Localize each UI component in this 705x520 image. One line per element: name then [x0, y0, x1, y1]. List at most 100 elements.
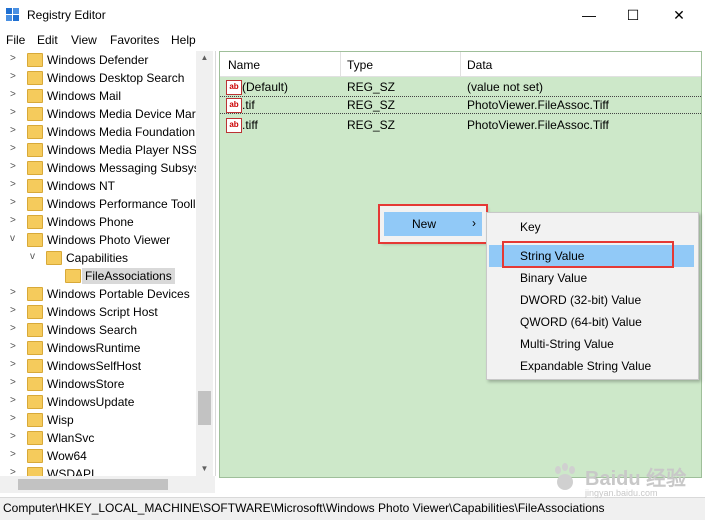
expand-arrow-icon[interactable]: > — [10, 53, 20, 64]
tree-item[interactable]: > WindowsSelfHost — [0, 357, 196, 375]
expand-arrow-icon[interactable]: > — [10, 143, 20, 154]
menu-favorites[interactable]: Favorites — [110, 33, 159, 47]
collapse-arrow-icon[interactable]: v — [10, 233, 20, 244]
folder-icon — [27, 161, 43, 175]
expand-arrow-icon[interactable]: > — [10, 431, 20, 442]
menu-bar: File Edit View Favorites Help — [0, 30, 705, 50]
value-type: REG_SZ — [347, 80, 396, 94]
menu-item-label: Expandable String Value — [520, 359, 652, 373]
value-type: REG_SZ — [347, 98, 396, 112]
value-row-focused[interactable]: ab .tif REG_SZ PhotoViewer.FileAssoc.Tif… — [220, 96, 701, 114]
expand-arrow-icon[interactable]: > — [10, 89, 20, 100]
menu-view[interactable]: View — [71, 33, 97, 47]
tree-item[interactable]: > WlanSvc — [0, 429, 196, 447]
tree-item[interactable]: > Wow64 — [0, 447, 196, 465]
tree-item[interactable]: > Wisp — [0, 411, 196, 429]
scroll-up-icon[interactable]: ▲ — [196, 51, 213, 65]
menu-item-qword-value[interactable]: QWORD (64-bit) Value — [489, 311, 694, 333]
tree-item-selected[interactable]: FileAssociations — [0, 267, 196, 285]
tree-item[interactable]: > Windows Media Device Mar — [0, 105, 196, 123]
tree-item[interactable]: > Windows Search — [0, 321, 196, 339]
folder-icon — [27, 215, 43, 229]
expand-arrow-icon[interactable]: > — [10, 395, 20, 406]
title-bar[interactable]: Registry Editor — ☐ ✕ — [0, 0, 705, 30]
tree-item-label: Windows Media Foundation — [47, 125, 196, 139]
expand-arrow-icon[interactable]: > — [10, 125, 20, 136]
value-row[interactable]: ab (Default) REG_SZ (value not set) — [220, 78, 701, 96]
tree-item-label: WindowsSelfHost — [47, 359, 142, 373]
column-header-data[interactable]: Data — [467, 58, 492, 72]
expand-arrow-icon[interactable]: > — [10, 305, 20, 316]
menu-item-multi-string-value[interactable]: Multi-String Value — [489, 333, 694, 355]
column-header-type[interactable]: Type — [347, 58, 373, 72]
tree-vertical-scrollbar[interactable]: ▲ ▼ — [196, 51, 213, 476]
value-data: (value not set) — [467, 80, 544, 94]
menu-help[interactable]: Help — [171, 33, 196, 47]
tree-item[interactable]: > Windows Portable Devices — [0, 285, 196, 303]
expand-arrow-icon[interactable]: > — [10, 323, 20, 334]
scroll-down-icon[interactable]: ▼ — [196, 462, 213, 476]
folder-icon — [65, 269, 81, 283]
tree-item[interactable]: > WSDAPI — [0, 465, 196, 476]
collapse-arrow-icon[interactable]: v — [30, 251, 40, 262]
expand-arrow-icon[interactable]: > — [10, 161, 20, 172]
expand-arrow-icon[interactable]: > — [10, 71, 20, 82]
tree-item[interactable]: > Windows Performance Tooll — [0, 195, 196, 213]
paw-icon — [555, 463, 575, 490]
expand-arrow-icon[interactable]: > — [10, 107, 20, 118]
window-title: Registry Editor — [27, 8, 106, 22]
scroll-thumb[interactable] — [198, 391, 211, 425]
menu-item-binary-value[interactable]: Binary Value — [489, 267, 694, 289]
registry-app-icon — [6, 8, 19, 21]
column-divider[interactable] — [460, 52, 461, 76]
maximize-icon: ☐ — [626, 6, 640, 23]
expand-arrow-icon[interactable]: > — [10, 449, 20, 460]
tree-item[interactable]: > WindowsUpdate — [0, 393, 196, 411]
tree-item[interactable]: > Windows Messaging Subsys — [0, 159, 200, 177]
baidu-watermark: Baidu 经验 jingyan.baidu.com — [545, 460, 695, 500]
tree-item[interactable]: v Windows Photo Viewer — [0, 231, 196, 249]
expand-arrow-icon[interactable]: > — [10, 467, 20, 476]
tree-item[interactable]: > Windows Defender — [0, 51, 196, 69]
value-row[interactable]: ab .tiff REG_SZ PhotoViewer.FileAssoc.Ti… — [220, 116, 701, 134]
expand-arrow-icon[interactable]: > — [10, 215, 20, 226]
tree-item-label: Windows Performance Tooll — [47, 197, 196, 211]
tree-item[interactable]: > WindowsRuntime — [0, 339, 196, 357]
menu-item-key[interactable]: Key — [489, 216, 694, 238]
menu-item-dword-value[interactable]: DWORD (32-bit) Value — [489, 289, 694, 311]
tree-item[interactable]: > Windows Script Host — [0, 303, 196, 321]
expand-arrow-icon[interactable]: > — [10, 359, 20, 370]
minimize-button[interactable]: — — [566, 0, 612, 30]
expand-arrow-icon[interactable]: > — [10, 341, 20, 352]
expand-arrow-icon[interactable]: > — [10, 197, 20, 208]
tree-item[interactable]: > Windows Phone — [0, 213, 196, 231]
tree-item[interactable]: v Capabilities — [0, 249, 196, 267]
scroll-thumb[interactable] — [18, 479, 168, 490]
close-button[interactable]: ✕ — [656, 0, 702, 30]
menu-edit[interactable]: Edit — [37, 33, 58, 47]
tree-item[interactable]: > Windows Media Foundation — [0, 123, 196, 141]
tree-item[interactable]: > WindowsStore — [0, 375, 196, 393]
column-divider[interactable] — [340, 52, 341, 76]
tree-item[interactable]: > Windows NT — [0, 177, 196, 195]
tree-item[interactable]: > Windows Mail — [0, 87, 196, 105]
tree-horizontal-scrollbar[interactable] — [0, 476, 215, 493]
folder-icon — [27, 323, 43, 337]
menu-item-expandable-string-value[interactable]: Expandable String Value — [489, 355, 694, 377]
tree-item-label: FileAssociations — [82, 268, 175, 284]
expand-arrow-icon[interactable]: > — [10, 377, 20, 388]
expand-arrow-icon[interactable]: > — [10, 413, 20, 424]
tree-item[interactable]: > Windows Desktop Search — [0, 69, 196, 87]
tree-item[interactable]: > Windows Media Player NSS — [0, 141, 197, 159]
expand-arrow-icon[interactable]: > — [10, 287, 20, 298]
watermark-url: jingyan.baidu.com — [585, 488, 658, 498]
expand-arrow-icon[interactable]: > — [10, 179, 20, 190]
menu-file[interactable]: File — [6, 33, 25, 47]
folder-icon — [27, 89, 43, 103]
tree-item-label: Windows Portable Devices — [47, 287, 190, 301]
maximize-button[interactable]: ☐ — [610, 0, 656, 30]
folder-icon — [27, 287, 43, 301]
folder-icon — [27, 359, 43, 373]
column-header-name[interactable]: Name — [228, 58, 260, 72]
status-bar: Computer\HKEY_LOCAL_MACHINE\SOFTWARE\Mic… — [0, 497, 705, 520]
